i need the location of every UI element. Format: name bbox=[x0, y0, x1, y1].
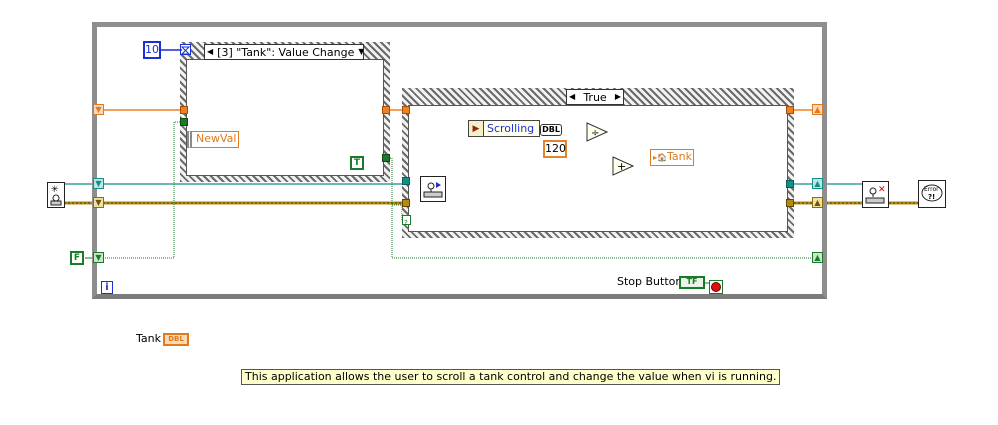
case-tunnel-out bbox=[786, 106, 794, 114]
svg-text:?!: ?! bbox=[928, 193, 935, 201]
svg-text:+: + bbox=[617, 160, 626, 173]
shift-register-right-boolean: ▲ bbox=[812, 252, 823, 263]
tank-control-terminal[interactable]: DBL bbox=[163, 333, 189, 346]
svg-text:✳: ✳ bbox=[51, 185, 59, 195]
stop-button-label: Stop Button bbox=[617, 275, 683, 288]
svg-text:÷: ÷ bbox=[591, 128, 599, 139]
scrolling-property-node[interactable]: ▶ Scrolling bbox=[468, 120, 540, 137]
case-tunnel-refnum bbox=[402, 177, 410, 185]
svg-text:?: ? bbox=[404, 219, 408, 226]
shift-register-left-boolean: ▼ bbox=[93, 252, 104, 263]
svg-text:Error: Error bbox=[924, 186, 939, 193]
case-next-arrow-icon[interactable]: ▶ bbox=[613, 90, 623, 104]
event-tunnel-out bbox=[382, 106, 390, 114]
case-dropdown-arrow-icon[interactable]: ▼ bbox=[356, 45, 363, 59]
case-label: True bbox=[583, 90, 607, 104]
event-case-selector[interactable]: ◀ [3] "Tank": Value Change ▼ bbox=[204, 44, 364, 60]
event-tunnel-bool-out bbox=[382, 154, 390, 162]
local-var-icon: ▸🏠 bbox=[653, 153, 667, 162]
case-tunnel-error-out bbox=[786, 199, 794, 207]
shift-register-right-refnum: ▲ bbox=[812, 178, 823, 189]
tank-local-variable[interactable]: ▸🏠Tank bbox=[650, 149, 694, 166]
close-reference-icon[interactable]: ✕ bbox=[862, 181, 889, 208]
open-reference-icon[interactable]: ✳ bbox=[47, 182, 65, 208]
iteration-terminal[interactable]: i bbox=[101, 281, 113, 294]
event-data-newval[interactable]: NewVal bbox=[187, 131, 239, 148]
bool-true-constant[interactable]: T bbox=[350, 156, 364, 170]
tank-control-label: Tank bbox=[136, 332, 161, 345]
add-operator[interactable]: + bbox=[612, 156, 635, 176]
shift-register-left-error: ▼ bbox=[93, 197, 104, 208]
event-tunnel-bool-in bbox=[180, 118, 188, 126]
case-tunnel-error bbox=[402, 199, 410, 207]
case-prev-arrow-icon[interactable]: ◀ bbox=[205, 45, 215, 59]
case-tunnel-refnum-out bbox=[786, 180, 794, 188]
timeout-constant[interactable]: 10 bbox=[143, 41, 161, 59]
case-tunnel-in bbox=[402, 106, 410, 114]
property-name: Scrolling bbox=[483, 121, 537, 136]
to-double-conversion[interactable]: DBL bbox=[540, 124, 562, 136]
case-selector[interactable]: ◀ True ▶ bbox=[566, 89, 624, 105]
bool-false-constant[interactable]: F bbox=[70, 251, 84, 265]
svg-text:✕: ✕ bbox=[878, 185, 886, 195]
case-selector-terminal[interactable]: ? bbox=[402, 215, 411, 227]
timeout-wire bbox=[160, 49, 182, 51]
local-var-label: Tank bbox=[666, 150, 692, 163]
shift-register-right-numeric: ▲ bbox=[812, 104, 823, 115]
event-tunnel-in bbox=[180, 106, 188, 114]
error-handler-icon[interactable]: Error ?! bbox=[918, 180, 946, 208]
case-prev-arrow-icon[interactable]: ◀ bbox=[567, 90, 577, 104]
description-comment: This application allows the user to scro… bbox=[241, 369, 781, 385]
shift-register-right-error: ▲ bbox=[812, 197, 823, 208]
numeric-constant-120[interactable]: 120 bbox=[543, 140, 567, 158]
scroll-invoke-icon[interactable] bbox=[420, 176, 446, 202]
stop-button-terminal[interactable]: TF bbox=[679, 276, 705, 289]
shift-register-left-numeric: ▼ bbox=[93, 104, 104, 115]
event-case-label: [3] "Tank": Value Change bbox=[217, 45, 355, 59]
divide-operator[interactable]: ÷ bbox=[586, 122, 609, 142]
property-write-arrow-icon: ▶ bbox=[469, 121, 483, 136]
stop-if-true-icon bbox=[711, 282, 721, 292]
loop-condition-terminal[interactable] bbox=[709, 280, 723, 294]
shift-register-left-refnum: ▼ bbox=[93, 178, 104, 189]
case-structure bbox=[402, 88, 794, 238]
